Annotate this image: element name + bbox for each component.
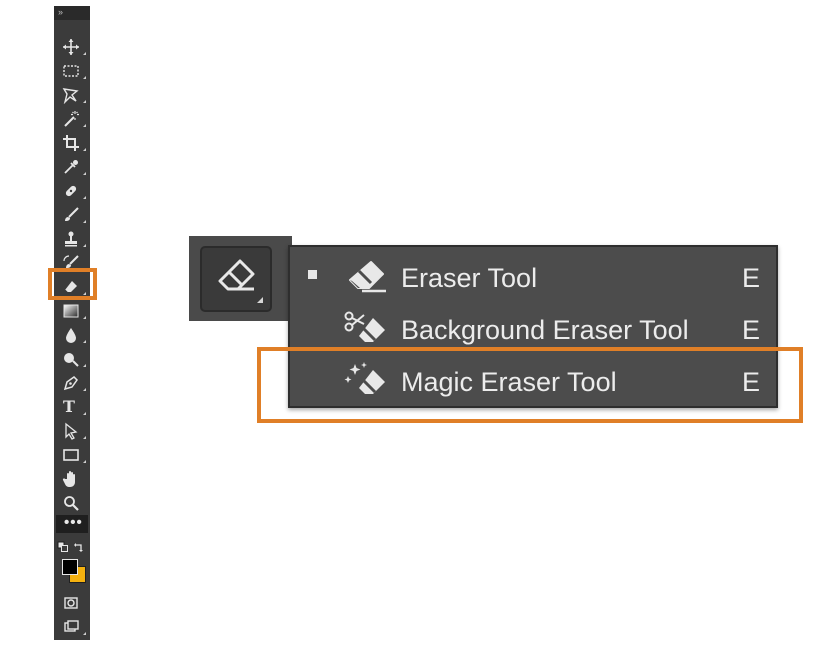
tools-panel: ›› T ••• (54, 6, 90, 640)
menu-item-shortcut: E (741, 263, 760, 293)
healing-brush-tool[interactable] (54, 179, 90, 203)
brush-icon (65, 207, 79, 221)
pen-icon (63, 376, 78, 391)
more-icon: ••• (64, 514, 83, 531)
zoom-icon (64, 496, 79, 511)
magic-wand-icon (64, 111, 79, 127)
magic-wand-tool[interactable] (54, 107, 90, 131)
active-tool-button[interactable] (189, 236, 292, 321)
type-tool[interactable]: T (54, 395, 90, 419)
lasso-tool[interactable] (54, 83, 90, 107)
drop-icon (66, 328, 76, 343)
edit-toolbar-button[interactable]: ••• (56, 514, 88, 533)
hand-tool[interactable] (54, 467, 90, 491)
rectangle-tool[interactable] (54, 443, 90, 467)
eraser-tool-highlight (48, 268, 97, 300)
move-tool[interactable] (54, 35, 90, 59)
path-selection-tool[interactable] (54, 419, 90, 443)
eraser-icon (218, 259, 255, 291)
polygonal-lasso-icon (62, 88, 79, 104)
quick-mask-button[interactable] (54, 591, 90, 615)
gradient-icon (63, 304, 79, 318)
clone-stamp-tool[interactable] (54, 227, 90, 251)
flyout-indicator-icon (257, 297, 263, 303)
background-eraser-icon (344, 311, 385, 342)
arrow-icon (65, 422, 78, 440)
gradient-tool[interactable] (54, 299, 90, 323)
selected-indicator-icon (308, 270, 317, 279)
foreground-color-swatch[interactable] (62, 559, 78, 575)
collapse-icon[interactable]: ›› (58, 8, 63, 17)
move-icon (63, 39, 79, 55)
rectangle-icon (63, 449, 79, 461)
stamp-icon (65, 231, 77, 247)
panel-header[interactable]: ›› (54, 6, 90, 20)
crop-tool[interactable] (54, 131, 90, 155)
screen-mode-tool[interactable] (54, 615, 90, 639)
menu-item-shortcut: E (741, 315, 760, 345)
crop-icon (63, 135, 79, 151)
screen-mode-icon (64, 620, 79, 632)
active-tool-well[interactable] (200, 246, 272, 312)
pen-tool[interactable] (54, 371, 90, 395)
eraser-icon (349, 261, 386, 293)
default-colors-toggle[interactable] (54, 539, 90, 555)
eyedropper-tool[interactable] (54, 155, 90, 179)
dodge-icon (64, 353, 79, 367)
dodge-tool[interactable] (54, 347, 90, 371)
bandage-icon (65, 185, 77, 197)
brush-tool[interactable] (54, 203, 90, 227)
hand-icon (62, 471, 75, 487)
swap-colors-icon[interactable] (73, 541, 85, 553)
type-icon: T (63, 397, 75, 416)
eyedropper-icon (64, 160, 78, 174)
quick-mask-icon (64, 597, 78, 609)
menu-item-label: Background Eraser Tool (401, 315, 689, 345)
zoom-tool[interactable] (54, 491, 90, 515)
color-swatches[interactable] (60, 557, 88, 585)
blur-tool[interactable] (54, 323, 90, 347)
marquee-tool[interactable] (54, 59, 90, 83)
menu-item-label: Eraser Tool (401, 263, 538, 293)
rectangular-marquee-icon (63, 65, 79, 77)
menu-item-eraser-tool[interactable]: Eraser Tool E (290, 251, 776, 303)
magic-eraser-highlight (257, 347, 803, 423)
default-colors-icon (57, 541, 68, 552)
